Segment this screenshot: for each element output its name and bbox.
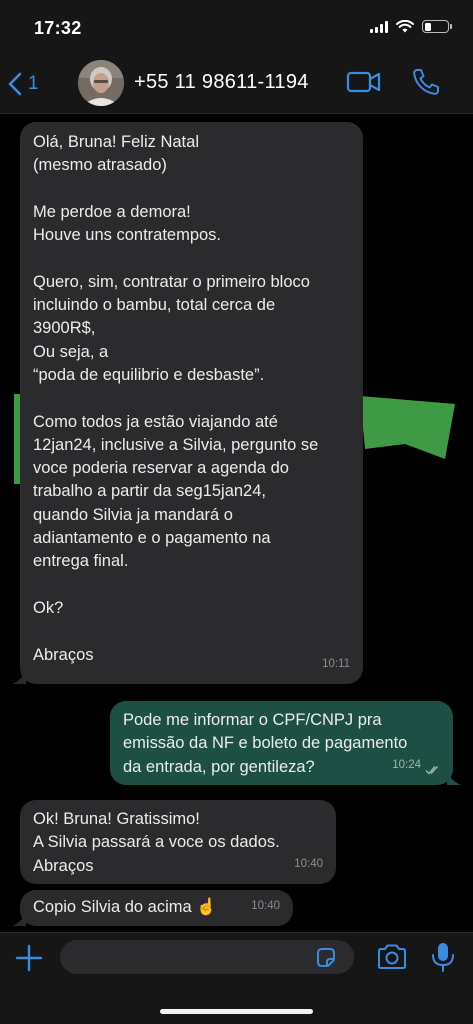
chat-area[interactable]: Olá, Bruna! Feliz Natal (mesmo atrasado)… <box>0 114 473 932</box>
status-bar: 17:32 <box>0 0 473 56</box>
bubble-tail <box>447 771 461 785</box>
message-time: 10:40 <box>251 899 280 912</box>
message-text: Ok! Bruna! Gratissimo! A Silvia passará … <box>33 810 280 875</box>
chat-header: 1 +55 11 98611-1194 <box>0 56 473 114</box>
camera-button[interactable] <box>376 942 408 972</box>
cellular-signal-icon <box>370 20 388 33</box>
message-input[interactable] <box>60 940 354 974</box>
attach-button[interactable] <box>14 943 44 973</box>
home-indicator <box>160 1009 313 1014</box>
message-time: 10:24 <box>392 758 421 771</box>
message-bubble[interactable]: Ok! Bruna! Gratissimo! A Silvia passará … <box>20 800 336 884</box>
phone-icon <box>413 69 439 95</box>
read-receipt-icon <box>425 766 439 775</box>
unread-count: 1 <box>28 73 39 94</box>
battery-level <box>424 22 432 31</box>
battery-icon <box>422 20 452 33</box>
plus-icon <box>15 944 43 972</box>
contact-photo <box>78 60 124 106</box>
message-text: Olá, Bruna! Feliz Natal (mesmo atrasado)… <box>33 133 319 664</box>
video-camera-icon <box>346 71 381 93</box>
video-call-button[interactable] <box>346 68 382 96</box>
sticker-button[interactable] <box>314 946 338 970</box>
microphone-icon <box>432 943 454 972</box>
wifi-icon <box>396 20 414 33</box>
avatar[interactable] <box>78 60 124 106</box>
contact-name[interactable]: +55 11 98611-1194 <box>134 71 309 94</box>
voice-call-button[interactable] <box>410 66 442 98</box>
camera-icon <box>378 944 406 969</box>
message-bubble[interactable]: Pode me informar o CPF/CNPJ pra emissão … <box>110 701 461 785</box>
message-bubble[interactable]: Olá, Bruna! Feliz Natal (mesmo atrasado)… <box>12 122 363 684</box>
message-text: Pode me informar o CPF/CNPJ pra emissão … <box>123 711 408 776</box>
composer-bar <box>0 932 473 1024</box>
bubble-tail <box>12 912 26 926</box>
back-button[interactable]: 1 <box>8 66 56 102</box>
message-bubble[interactable]: Copio Silvia do acima ☝️ 10:40 <box>12 890 293 926</box>
message-text: Copio Silvia do acima ☝️ <box>33 898 217 916</box>
status-time: 17:32 <box>34 18 82 38</box>
message-time: 10:11 <box>322 657 350 670</box>
chevron-left-icon <box>8 72 22 96</box>
message-time: 10:40 <box>294 857 323 870</box>
status-icons <box>370 20 452 33</box>
bubble-tail <box>12 670 26 684</box>
mic-button[interactable] <box>430 941 456 973</box>
sticker-icon <box>317 948 335 967</box>
